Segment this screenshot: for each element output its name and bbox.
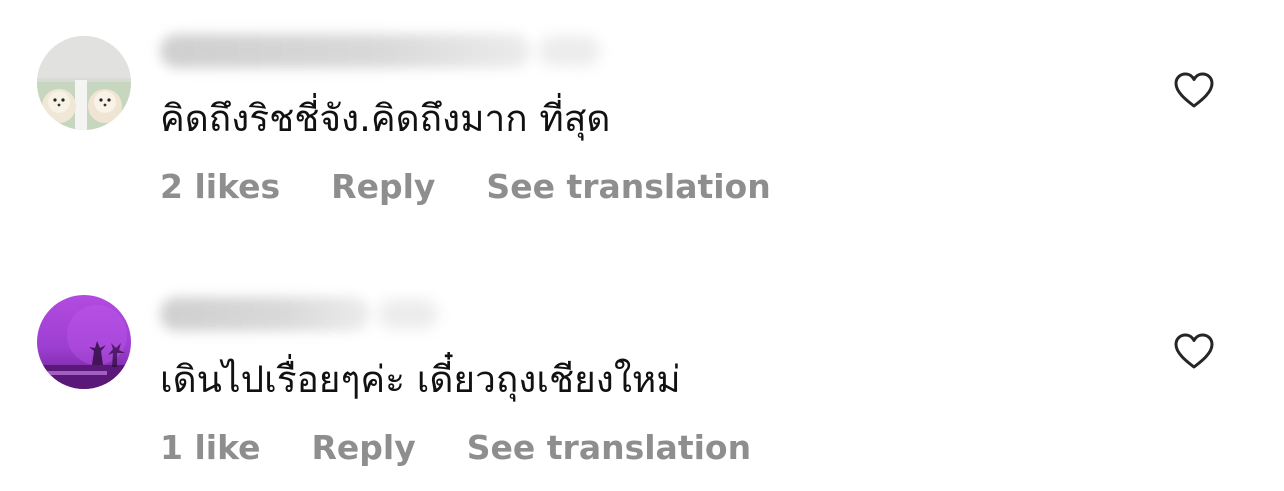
- comment-actions: 1 like Reply See translation: [160, 431, 751, 464]
- avatar[interactable]: [37, 295, 131, 389]
- avatar[interactable]: [37, 36, 131, 130]
- see-translation-link[interactable]: See translation: [467, 431, 751, 464]
- heart-outline-icon[interactable]: [1173, 71, 1215, 109]
- likes-count[interactable]: 1 like: [160, 431, 261, 464]
- comment-text: เดินไปเรื่อยๆค่ะ เดี๋ยวถุงเชียงใหม่: [160, 358, 681, 401]
- likes-count[interactable]: 2 likes: [160, 170, 280, 203]
- reply-button[interactable]: Reply: [331, 170, 435, 203]
- timestamp-blurred: [378, 299, 438, 329]
- heart-outline-icon[interactable]: [1173, 332, 1215, 370]
- reply-button[interactable]: Reply: [312, 431, 416, 464]
- see-translation-link[interactable]: See translation: [486, 170, 770, 203]
- timestamp-blurred: [538, 36, 600, 66]
- username-blurred[interactable]: [160, 297, 370, 331]
- comment-item: เดินไปเรื่อยๆค่ะ เดี๋ยวถุงเชียงใหม่ 1 li…: [0, 245, 1284, 491]
- comment-text: คิดถึงริชชี่จัง.คิดถึงมาก ที่สุด: [160, 97, 611, 140]
- username-blurred[interactable]: [160, 34, 530, 68]
- comment-item: คิดถึงริชชี่จัง.คิดถึงมาก ที่สุด 2 likes…: [0, 0, 1284, 245]
- comment-actions: 2 likes Reply See translation: [160, 170, 771, 203]
